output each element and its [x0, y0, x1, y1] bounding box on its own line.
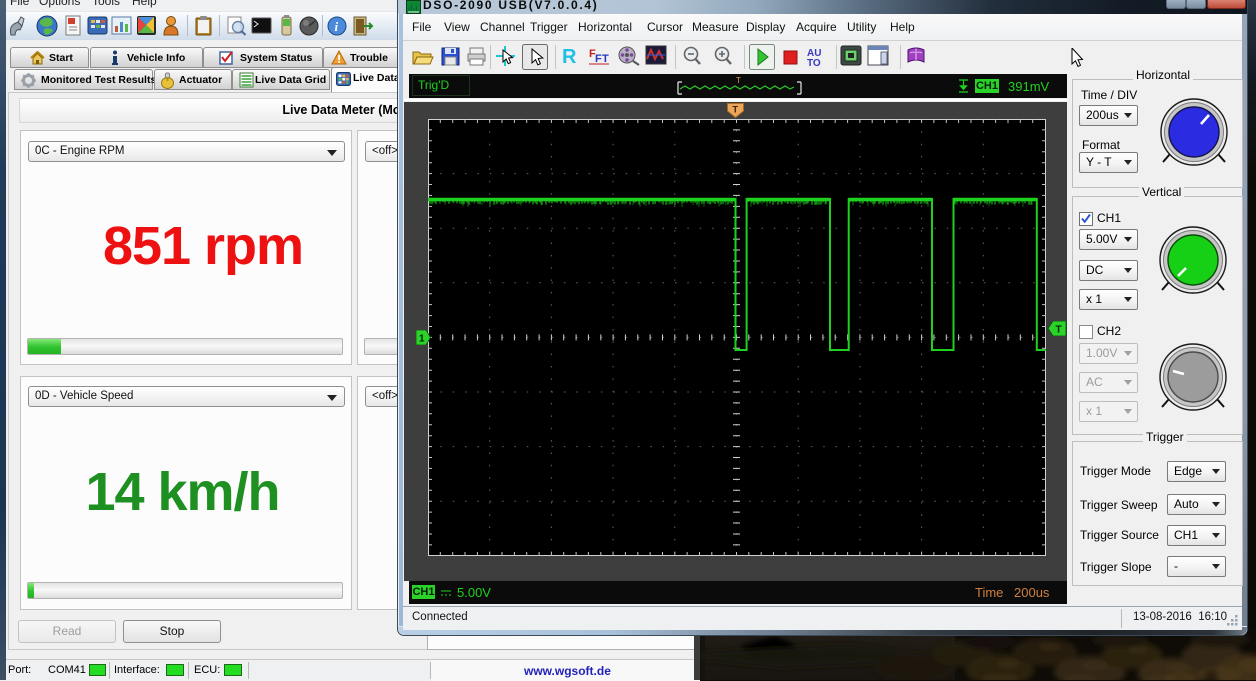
- svg-text:F: F: [595, 53, 602, 65]
- svg-text:i: i: [335, 19, 339, 34]
- svg-text:T: T: [602, 53, 609, 65]
- svg-text:T: T: [736, 76, 741, 85]
- svg-text:T: T: [1056, 325, 1062, 336]
- svg-text:T: T: [733, 105, 739, 115]
- svg-text:R: R: [562, 46, 577, 68]
- svg-text:1: 1: [419, 334, 425, 345]
- svg-text:TO: TO: [807, 58, 821, 69]
